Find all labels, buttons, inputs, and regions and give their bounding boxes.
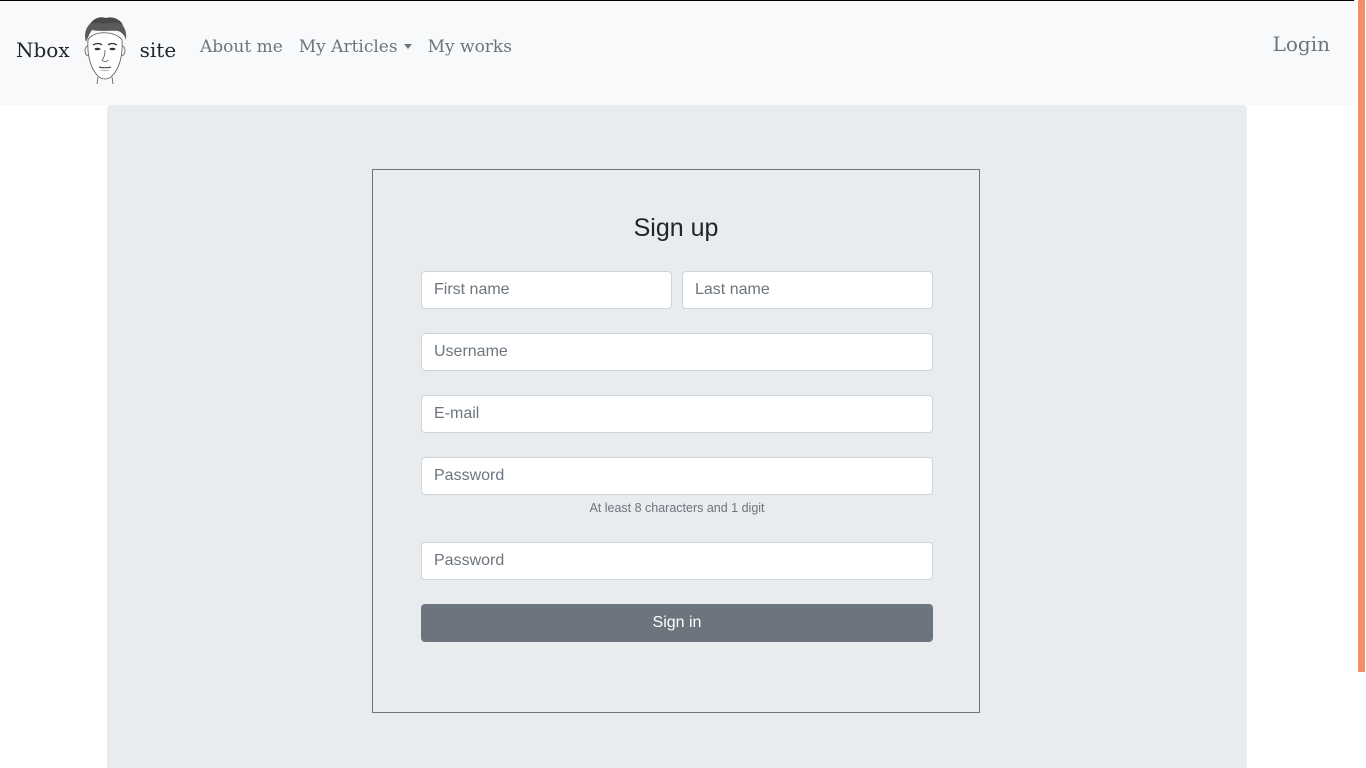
caret-down-icon (403, 43, 412, 49)
brand-text-left: Nbox (16, 38, 70, 62)
form-title: Sign up (633, 214, 719, 242)
nav-my-articles-label: My Articles (298, 37, 398, 57)
nav-my-articles-dropdown[interactable]: My Articles (291, 37, 420, 57)
last-name-input[interactable] (682, 271, 933, 309)
username-input[interactable] (421, 333, 933, 371)
brand-link[interactable]: Nbox site (16, 15, 176, 85)
page: Nbox site About me My Articles My works … (0, 0, 1366, 768)
password-input[interactable] (421, 457, 933, 495)
nav-my-works[interactable]: My works (420, 37, 520, 57)
password-hint: At least 8 characters and 1 digit (589, 501, 765, 515)
password-confirm-input[interactable] (421, 542, 933, 580)
signup-form: Sign up At least 8 characters and 1 digi… (372, 169, 980, 713)
first-name-input[interactable] (421, 271, 672, 309)
email-input[interactable] (421, 395, 933, 433)
sign-in-button[interactable]: Sign in (421, 604, 933, 642)
nav-about-me-label: About me (200, 37, 283, 57)
avatar-face-icon (84, 17, 126, 84)
scrollbar-thumb[interactable] (1358, 0, 1365, 672)
nav-links: About me My Articles My works (192, 37, 520, 57)
nav-my-works-label: My works (427, 37, 512, 57)
nav-about-me[interactable]: About me (192, 37, 291, 57)
brand-text-right: site (139, 38, 177, 62)
page-scrollbar[interactable] (1354, 0, 1366, 768)
login-link[interactable]: Login (1273, 32, 1330, 56)
main-container: Sign up At least 8 characters and 1 digi… (107, 105, 1247, 768)
navbar: Nbox site About me My Articles My works … (0, 1, 1354, 105)
